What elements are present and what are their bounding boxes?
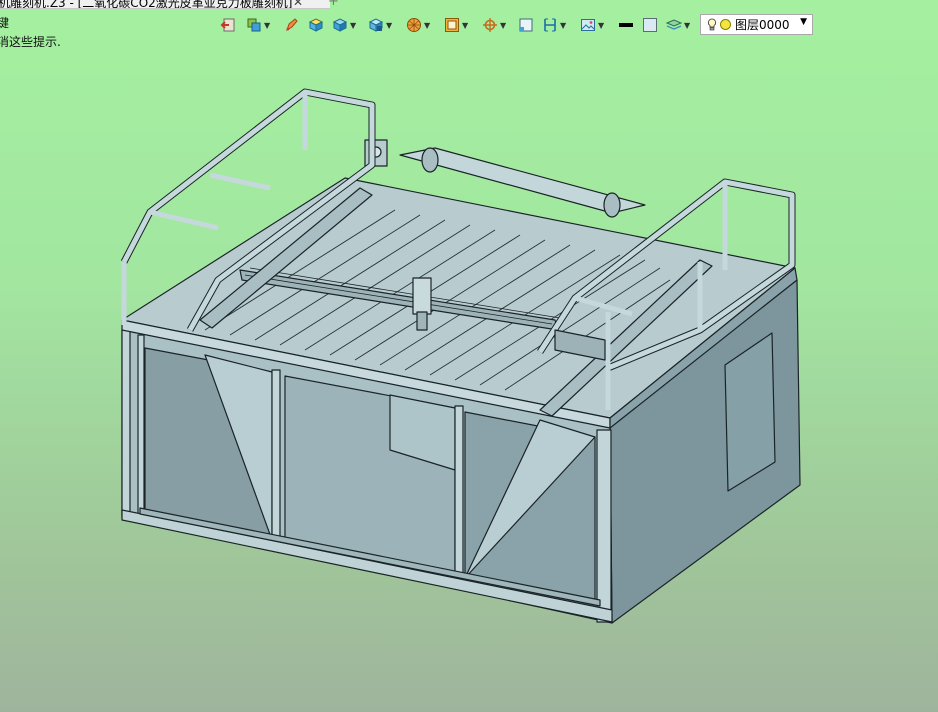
laser-engraver-model xyxy=(120,88,801,624)
laser-head xyxy=(412,277,432,315)
model-viewport[interactable] xyxy=(0,0,938,712)
